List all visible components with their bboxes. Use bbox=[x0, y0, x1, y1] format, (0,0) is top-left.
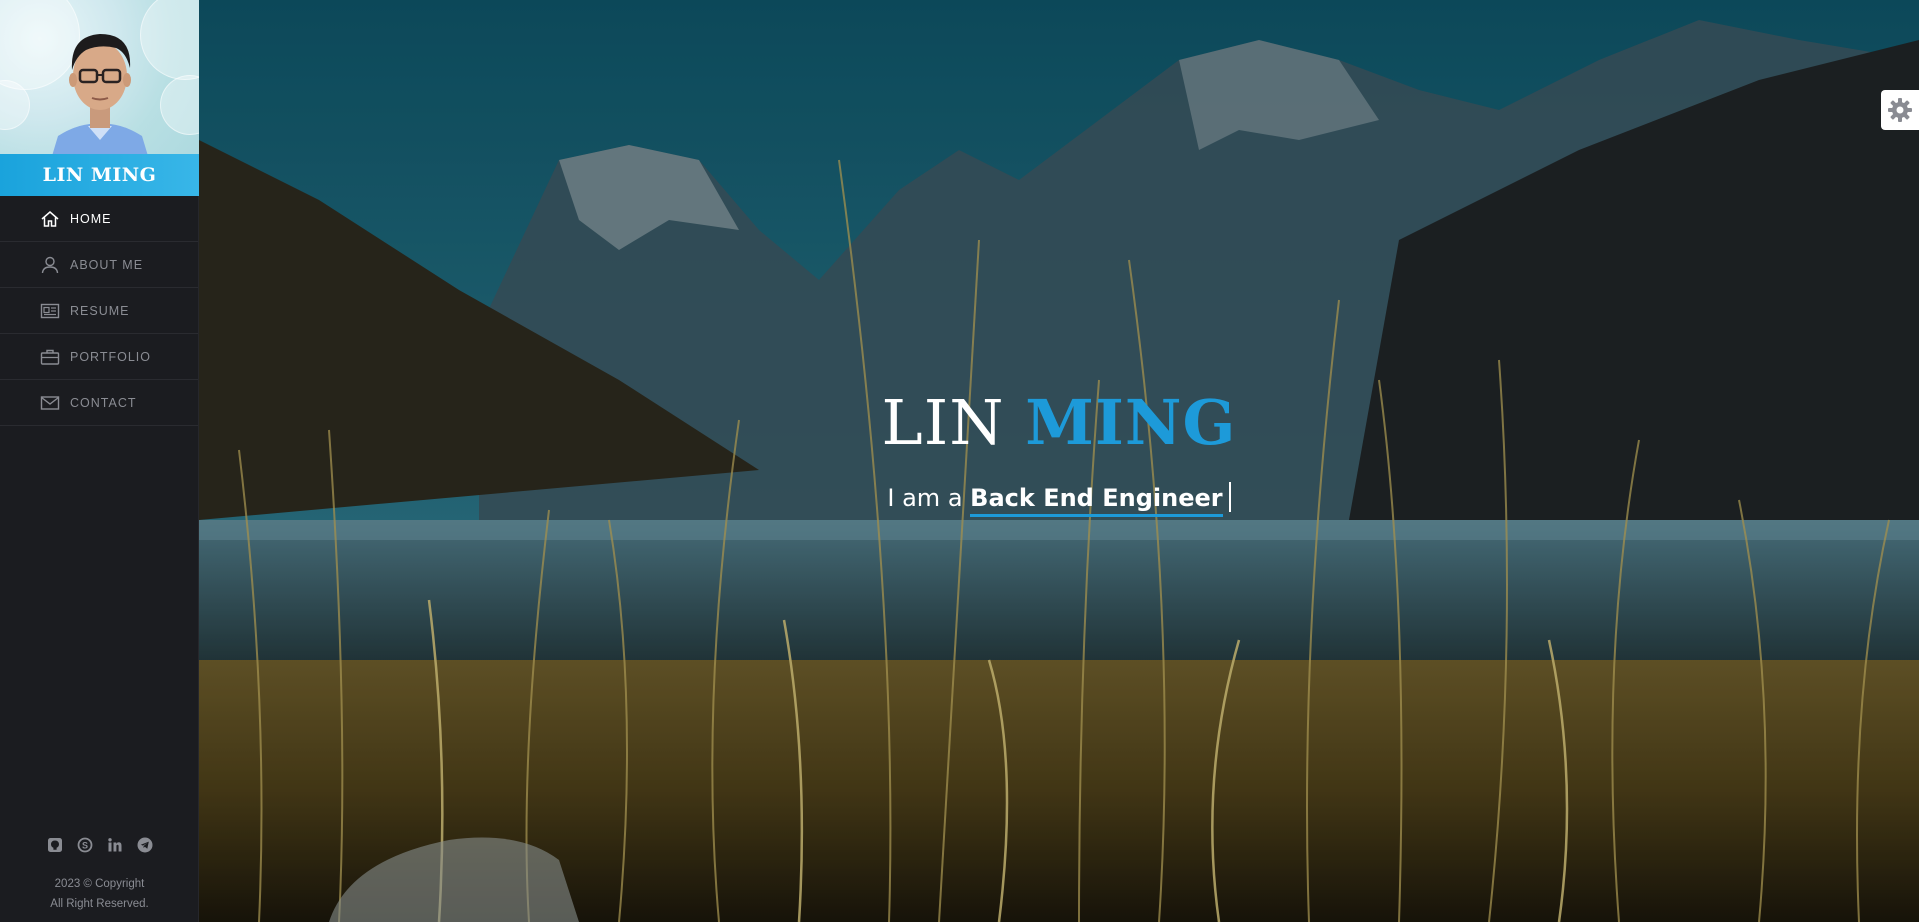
nav-label-resume: RESUME bbox=[70, 303, 130, 318]
briefcase-icon bbox=[40, 349, 60, 365]
nav-item-portfolio[interactable]: PORTFOLIO bbox=[0, 334, 198, 380]
skype-icon: S bbox=[77, 837, 92, 853]
hero-section: LIN MING I am a Back End Engineer bbox=[199, 0, 1919, 922]
hero-last-name: MING bbox=[1025, 386, 1237, 459]
linkedin-icon bbox=[107, 838, 121, 852]
avatar bbox=[52, 34, 148, 156]
nav-item-resume[interactable]: RESUME bbox=[0, 288, 198, 334]
nav-item-contact[interactable]: CONTACT bbox=[0, 380, 198, 426]
github-icon bbox=[47, 838, 62, 852]
copyright-line-1: 2023 © Copyright bbox=[54, 878, 145, 890]
gear-icon bbox=[1888, 98, 1912, 122]
nav-item-home[interactable]: HOME bbox=[0, 196, 198, 242]
sidebar: LIN MING HOME ABOUT ME RESUME PORTFOLIO … bbox=[0, 0, 199, 922]
social-links: S bbox=[0, 836, 199, 854]
svg-text:S: S bbox=[81, 841, 87, 851]
main-nav: HOME ABOUT ME RESUME PORTFOLIO CONTACT bbox=[0, 196, 198, 426]
github-link[interactable] bbox=[46, 836, 64, 854]
linkedin-link[interactable] bbox=[106, 836, 124, 854]
settings-toggle[interactable] bbox=[1881, 90, 1919, 130]
resume-icon bbox=[40, 303, 60, 318]
typing-cursor bbox=[1228, 482, 1231, 512]
user-icon bbox=[41, 256, 59, 273]
profile-name-bar: LIN MING bbox=[0, 154, 199, 196]
nav-label-portfolio: PORTFOLIO bbox=[70, 349, 152, 364]
nav-label-contact: CONTACT bbox=[70, 395, 137, 410]
skype-link[interactable]: S bbox=[76, 836, 94, 854]
home-icon bbox=[41, 210, 59, 227]
hero-overlay bbox=[199, 0, 1919, 922]
telegram-link[interactable] bbox=[136, 836, 154, 854]
copyright: 2023 © Copyright All Right Reserved. bbox=[0, 874, 199, 914]
hero-subtitle: I am a Back End Engineer bbox=[199, 482, 1919, 517]
copyright-line-2: All Right Reserved. bbox=[50, 898, 149, 910]
hero-intro: I am a bbox=[887, 484, 963, 512]
hero-first-name: LIN bbox=[881, 386, 1005, 459]
profile-card: LIN MING bbox=[0, 0, 199, 196]
hero-role: Back End Engineer bbox=[970, 484, 1223, 517]
telegram-icon bbox=[137, 837, 152, 853]
envelope-icon bbox=[40, 395, 60, 410]
nav-item-about-me[interactable]: ABOUT ME bbox=[0, 242, 198, 288]
hero-title: LIN MING bbox=[199, 386, 1919, 459]
profile-name: LIN MING bbox=[42, 164, 157, 186]
nav-label-about-me: ABOUT ME bbox=[70, 257, 144, 272]
nav-label-home: HOME bbox=[70, 211, 112, 226]
